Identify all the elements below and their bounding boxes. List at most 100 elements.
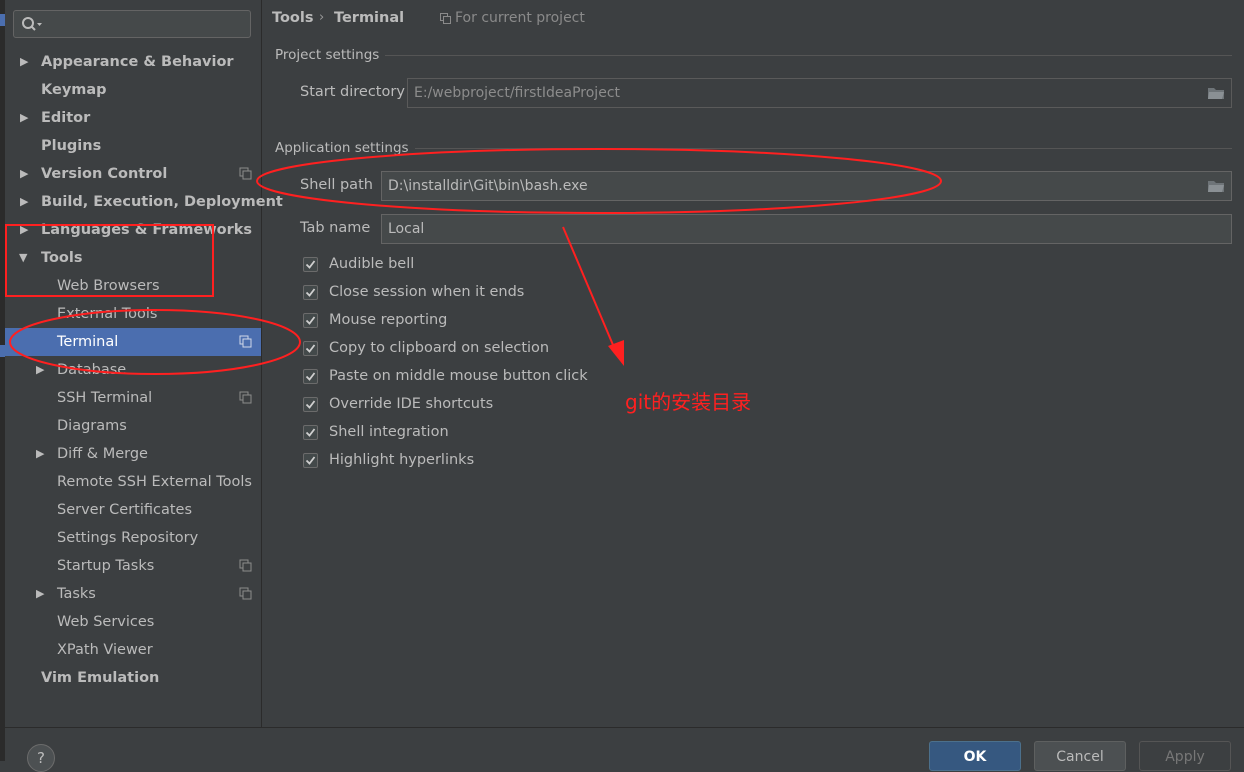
- start-directory-label: Start directory: [300, 84, 405, 100]
- sidebar-item-label: XPath Viewer: [57, 642, 153, 658]
- expand-arrow-icon[interactable]: ▶: [20, 48, 28, 76]
- sidebar-item-database[interactable]: ▶ Database: [5, 356, 261, 384]
- sidebar-item-xpath-viewer[interactable]: XPath Viewer: [5, 636, 261, 664]
- apply-button[interactable]: Apply: [1139, 741, 1231, 771]
- check-icon: [305, 316, 316, 325]
- sidebar-item-label: Web Services: [57, 614, 155, 630]
- sidebar-item-label: Settings Repository: [57, 530, 199, 546]
- sidebar-item-appearance-behavior[interactable]: ▶ Appearance & Behavior: [5, 48, 261, 76]
- checkbox-label: Paste on middle mouse button click: [329, 368, 588, 384]
- sidebar-item-editor[interactable]: ▶ Editor: [5, 104, 261, 132]
- checkbox-checked[interactable]: [303, 453, 318, 468]
- folder-icon[interactable]: [1207, 85, 1225, 101]
- sidebar-item-label: Remote SSH External Tools: [57, 474, 252, 490]
- expand-arrow-icon[interactable]: ▶: [20, 160, 28, 188]
- sidebar-item-web-browsers[interactable]: Web Browsers: [5, 272, 261, 300]
- sidebar-item-label: Tools: [41, 250, 83, 266]
- expand-arrow-icon[interactable]: ▶: [36, 580, 44, 608]
- help-button[interactable]: ?: [27, 744, 55, 772]
- sidebar-item-web-services[interactable]: Web Services: [5, 608, 261, 636]
- sidebar-item-label: Build, Execution, Deployment: [41, 194, 283, 210]
- tab-name-input[interactable]: Local: [381, 214, 1232, 244]
- sidebar-item-label: Plugins: [41, 138, 102, 154]
- application-settings-title: Application settings: [275, 140, 415, 156]
- sidebar-item-label: Appearance & Behavior: [41, 54, 234, 70]
- sidebar-item-startup-tasks[interactable]: Startup Tasks: [5, 552, 261, 580]
- breadcrumb-current: Terminal: [334, 10, 405, 26]
- sidebar-item-label: Tasks: [57, 586, 96, 602]
- sidebar-item-label: Startup Tasks: [57, 558, 155, 574]
- checkbox-checked[interactable]: [303, 369, 318, 384]
- folder-icon[interactable]: [1207, 178, 1225, 194]
- sidebar-item-label: Web Browsers: [57, 278, 160, 294]
- sidebar-item-keymap[interactable]: Keymap: [5, 76, 261, 104]
- sidebar-item-label: SSH Terminal: [57, 390, 153, 406]
- sidebar-item-tools[interactable]: ▼ Tools: [5, 244, 261, 272]
- project-scope-icon: [239, 167, 252, 180]
- tab-name-value: Local: [388, 221, 425, 237]
- check-icon: [305, 400, 316, 409]
- checkbox-label: Mouse reporting: [329, 312, 448, 328]
- checkbox-checked[interactable]: [303, 397, 318, 412]
- sidebar-item-diff-merge[interactable]: ▶ Diff & Merge: [5, 440, 261, 468]
- start-directory-value: E:/webproject/firstIdeaProject: [414, 85, 621, 101]
- sidebar-item-server-certificates[interactable]: Server Certificates: [5, 496, 261, 524]
- checkbox-checked[interactable]: [303, 313, 318, 328]
- sidebar-item-vim-emulation[interactable]: Vim Emulation: [5, 664, 261, 692]
- sidebar-item-ssh-terminal[interactable]: SSH Terminal: [5, 384, 261, 412]
- sidebar-item-settings-repository[interactable]: Settings Repository: [5, 524, 261, 552]
- sidebar-item-remote-ssh-external-tools[interactable]: Remote SSH External Tools: [5, 468, 261, 496]
- sidebar-item-plugins[interactable]: Plugins: [5, 132, 261, 160]
- expand-arrow-icon[interactable]: ▶: [36, 356, 44, 384]
- check-icon: [305, 456, 316, 465]
- shell-path-input[interactable]: D:\installdir\Git\bin\bash.exe: [381, 171, 1232, 201]
- annotation-label: git的安装目录: [625, 390, 752, 414]
- sidebar-item-label: Version Control: [41, 166, 168, 182]
- check-icon: [305, 260, 316, 269]
- section-divider: [275, 55, 1232, 56]
- sidebar-item-languages-frameworks[interactable]: ▶ Languages & Frameworks: [5, 216, 261, 244]
- checkbox-label: Close session when it ends: [329, 284, 525, 300]
- check-icon: [305, 372, 316, 381]
- ok-button[interactable]: OK: [929, 741, 1021, 771]
- project-scope-icon: [239, 559, 252, 572]
- settings-search-input[interactable]: [13, 10, 251, 38]
- collapse-arrow-icon[interactable]: ▼: [19, 244, 27, 272]
- sidebar-item-terminal[interactable]: Terminal: [5, 328, 261, 356]
- sidebar-item-label: Keymap: [41, 82, 107, 98]
- project-scope-icon: [239, 335, 252, 348]
- checkbox-checked[interactable]: [303, 257, 318, 272]
- checkbox-label: Copy to clipboard on selection: [329, 340, 550, 356]
- project-scope-icon: [239, 391, 252, 404]
- section-divider: [275, 148, 1232, 149]
- expand-arrow-icon[interactable]: ▶: [20, 104, 28, 132]
- checkbox-label: Shell integration: [329, 424, 449, 440]
- start-directory-field[interactable]: E:/webproject/firstIdeaProject: [407, 78, 1232, 108]
- breadcrumb-parent[interactable]: Tools: [272, 10, 314, 26]
- checkbox-checked[interactable]: [303, 341, 318, 356]
- checkbox-label: Audible bell: [329, 256, 415, 272]
- checkbox-label: Highlight hyperlinks: [329, 452, 475, 468]
- sidebar-item-diagrams[interactable]: Diagrams: [5, 412, 261, 440]
- expand-arrow-icon[interactable]: ▶: [36, 440, 44, 468]
- sidebar-item-label: Terminal: [57, 334, 119, 350]
- project-scope-icon: [239, 587, 252, 600]
- sidebar-item-external-tools[interactable]: External Tools: [5, 300, 261, 328]
- cancel-button[interactable]: Cancel: [1034, 741, 1126, 771]
- sidebar-item-label: External Tools: [57, 306, 158, 322]
- sidebar-item-label: Diff & Merge: [57, 446, 148, 462]
- checkbox-checked[interactable]: [303, 425, 318, 440]
- expand-arrow-icon[interactable]: ▶: [20, 216, 28, 244]
- sidebar-item-version-control[interactable]: ▶ Version Control: [5, 160, 261, 188]
- shell-path-label: Shell path: [300, 177, 373, 193]
- breadcrumb-separator: ›: [319, 10, 325, 25]
- sidebar-item-label: Database: [57, 362, 127, 378]
- sidebar-item-label: Languages & Frameworks: [41, 222, 253, 238]
- settings-content: Tools › Terminal For current project Pro…: [262, 0, 1244, 727]
- project-settings-title: Project settings: [275, 47, 386, 63]
- checkbox-checked[interactable]: [303, 285, 318, 300]
- expand-arrow-icon[interactable]: ▶: [20, 188, 28, 216]
- sidebar-item-tasks[interactable]: ▶ Tasks: [5, 580, 261, 608]
- check-icon: [305, 288, 316, 297]
- sidebar-item-build-execution-deployment[interactable]: ▶ Build, Execution, Deployment: [5, 188, 283, 216]
